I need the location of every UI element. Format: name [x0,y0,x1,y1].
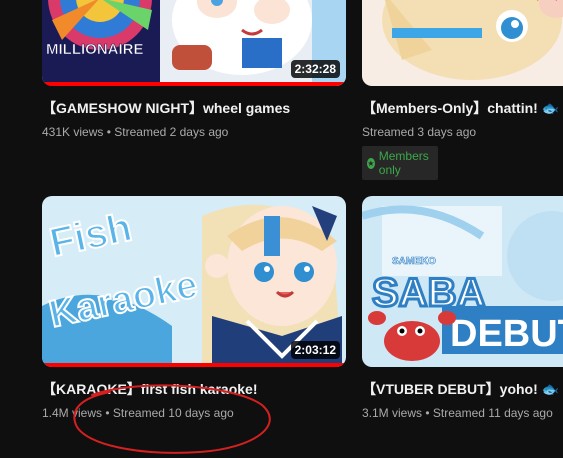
video-title[interactable]: 【KARAOKE】first fish karaoke! [42,379,258,399]
members-only-badge: ★ Members only [362,146,439,180]
watch-progress-bar [42,82,346,86]
stream-date: Streamed 3 days ago [362,125,477,139]
stream-date: Streamed 11 days ago [432,406,553,420]
badge-label: Members only [378,149,429,177]
thumbnail-art: SAMEKO SABA DEBUT [362,196,563,367]
thumbnail-text: MILLIONAIRE [46,41,144,58]
video-thumbnail[interactable]: SAMEKO SABA DEBUT [362,196,563,367]
meta-separator: • [425,406,433,420]
video-thumbnail[interactable]: Fish Karaoke 2:03:12 [42,196,346,367]
video-title[interactable]: 【Members-Only】chattin! 🐟 [362,98,563,118]
video-title[interactable]: 【GAMESHOW NIGHT】wheel games [42,98,290,118]
video-meta: 431K views • Streamed 2 days ago [42,125,228,139]
video-thumbnail[interactable] [362,0,563,86]
view-count: 1.4M views [42,406,103,420]
view-count: 3.1M views [362,406,423,420]
video-meta: 1.4M views • Streamed 10 days ago [42,406,234,420]
thumbnail-text-sameko: SAMEKO [392,256,436,267]
stream-date: Streamed 2 days ago [114,125,229,139]
stream-date: Streamed 10 days ago [112,406,234,420]
thumbnail-text-debut: DEBUT [450,313,563,355]
video-duration: 2:32:28 [290,60,340,78]
watch-progress-bar [42,363,346,367]
video-title[interactable]: 【VTUBER DEBUT】yoho! 🐟 i'm [362,379,563,399]
thumbnail-art [362,0,563,86]
video-meta: 3.1M views • Streamed 11 days ago [362,406,553,420]
video-duration: 2:03:12 [290,341,340,359]
video-thumbnail[interactable]: MILLIONAIRE 2:32:28 [42,0,346,86]
star-icon: ★ [367,157,375,169]
view-count: 431K views [42,125,104,139]
meta-separator: • [105,406,113,420]
